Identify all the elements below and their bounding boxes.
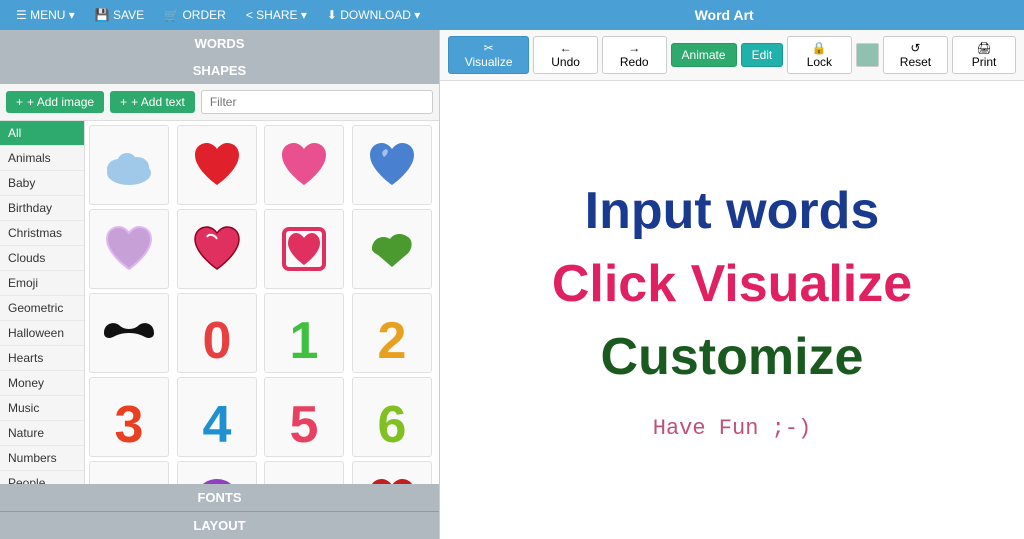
- plus-icon: +: [16, 95, 23, 109]
- shape-number-3[interactable]: 3: [89, 377, 169, 457]
- shapes-grid: 0 1 2 3 4 5: [85, 121, 439, 484]
- canvas-line3: Customize: [552, 321, 912, 394]
- layout-section-header[interactable]: LAYOUT: [0, 511, 439, 539]
- svg-text:6: 6: [377, 396, 406, 447]
- shape-pink-heart[interactable]: [264, 125, 344, 205]
- undo-button[interactable]: ← Undo: [533, 36, 598, 74]
- shape-mustache[interactable]: [89, 293, 169, 373]
- svg-text:3: 3: [115, 396, 144, 447]
- category-item-music[interactable]: Music: [0, 396, 84, 421]
- shape-number-0[interactable]: 0: [177, 293, 257, 373]
- shapes-body: AllAnimalsBabyBirthdayChristmasCloudsEmo…: [0, 121, 439, 484]
- shape-bird-heart[interactable]: [352, 209, 432, 289]
- category-item-halloween[interactable]: Halloween: [0, 321, 84, 346]
- fonts-section-header[interactable]: FONTS: [0, 484, 439, 511]
- right-panel: ✂ Visualize ← Undo → Redo Animate Edit 🔒…: [440, 30, 1024, 539]
- shape-decorative-heart[interactable]: [177, 209, 257, 289]
- shapes-section: + + Add image + + Add text AllAnimalsBab…: [0, 84, 439, 484]
- main-layout: WORDS SHAPES + + Add image + + Add text …: [0, 30, 1024, 539]
- animate-button[interactable]: Animate: [671, 43, 737, 67]
- category-item-animals[interactable]: Animals: [0, 146, 84, 171]
- shape-number-6[interactable]: 6: [352, 377, 432, 457]
- add-image-button[interactable]: + + Add image: [6, 91, 104, 113]
- svg-text:4: 4: [202, 396, 231, 447]
- svg-text:2: 2: [377, 312, 406, 363]
- category-item-hearts[interactable]: Hearts: [0, 346, 84, 371]
- app-title: Word Art: [432, 7, 1016, 23]
- svg-text:5: 5: [290, 396, 319, 447]
- svg-text:1: 1: [290, 312, 319, 363]
- toolbar: ✂ Visualize ← Undo → Redo Animate Edit 🔒…: [440, 30, 1024, 81]
- svg-text:0: 0: [202, 312, 231, 363]
- menu-button[interactable]: ☰ MENU ▾: [8, 6, 83, 24]
- shape-purple-circle[interactable]: [177, 461, 257, 484]
- plus-icon: +: [120, 95, 127, 109]
- shape-number-4[interactable]: 4: [177, 377, 257, 457]
- left-panel: WORDS SHAPES + + Add image + + Add text …: [0, 30, 440, 539]
- reset-button[interactable]: ↺ Reset: [883, 36, 948, 74]
- shape-number-7[interactable]: 7: [89, 461, 169, 484]
- canvas-line1: Input words: [552, 175, 912, 248]
- shape-teal-nine[interactable]: 9: [264, 461, 344, 484]
- shape-number-2[interactable]: 2: [352, 293, 432, 373]
- category-item-numbers[interactable]: Numbers: [0, 446, 84, 471]
- category-item-baby[interactable]: Baby: [0, 171, 84, 196]
- shapes-toolbar: + + Add image + + Add text: [0, 84, 439, 121]
- shapes-section-header[interactable]: SHAPES: [0, 57, 439, 84]
- lock-button[interactable]: 🔒 Lock: [787, 36, 851, 74]
- save-button[interactable]: 💾 SAVE: [87, 6, 152, 24]
- print-button[interactable]: 🖨 Print: [952, 36, 1016, 74]
- topbar: ☰ MENU ▾ 💾 SAVE 🛒 ORDER < SHARE ▾ ⬇ DOWN…: [0, 0, 1024, 30]
- share-button[interactable]: < SHARE ▾: [238, 6, 315, 24]
- category-item-all[interactable]: All: [0, 121, 84, 146]
- shape-number-1[interactable]: 1: [264, 293, 344, 373]
- download-button[interactable]: ⬇ DOWNLOAD ▾: [319, 6, 428, 24]
- shape-red-heart[interactable]: [177, 125, 257, 205]
- category-item-people[interactable]: People: [0, 471, 84, 484]
- canvas-line2: Click Visualize: [552, 248, 912, 321]
- words-section-header[interactable]: WORDS: [0, 30, 439, 57]
- shape-blue-heart[interactable]: [352, 125, 432, 205]
- category-item-geometric[interactable]: Geometric: [0, 296, 84, 321]
- visualize-button[interactable]: ✂ Visualize: [448, 36, 529, 74]
- canvas-content: Input words Click Visualize Customize Ha…: [552, 175, 912, 444]
- category-item-clouds[interactable]: Clouds: [0, 246, 84, 271]
- category-item-money[interactable]: Money: [0, 371, 84, 396]
- category-item-emoji[interactable]: Emoji: [0, 271, 84, 296]
- order-button[interactable]: 🛒 ORDER: [156, 6, 234, 24]
- shape-number-5[interactable]: 5: [264, 377, 344, 457]
- redo-button[interactable]: → Redo: [602, 36, 667, 74]
- canvas-line4: Have Fun ;-): [552, 414, 912, 445]
- shape-lavender-heart[interactable]: [89, 209, 169, 289]
- canvas-area: Input words Click Visualize Customize Ha…: [440, 81, 1024, 539]
- color-swatch[interactable]: [856, 43, 879, 67]
- filter-input[interactable]: [201, 90, 433, 114]
- shape-square-heart[interactable]: [264, 209, 344, 289]
- shape-cloud[interactable]: [89, 125, 169, 205]
- edit-button[interactable]: Edit: [741, 43, 784, 67]
- shape-red-shape[interactable]: [352, 461, 432, 484]
- category-item-birthday[interactable]: Birthday: [0, 196, 84, 221]
- category-item-nature[interactable]: Nature: [0, 421, 84, 446]
- add-text-button[interactable]: + + Add text: [110, 91, 195, 113]
- category-list: AllAnimalsBabyBirthdayChristmasCloudsEmo…: [0, 121, 85, 484]
- category-item-christmas[interactable]: Christmas: [0, 221, 84, 246]
